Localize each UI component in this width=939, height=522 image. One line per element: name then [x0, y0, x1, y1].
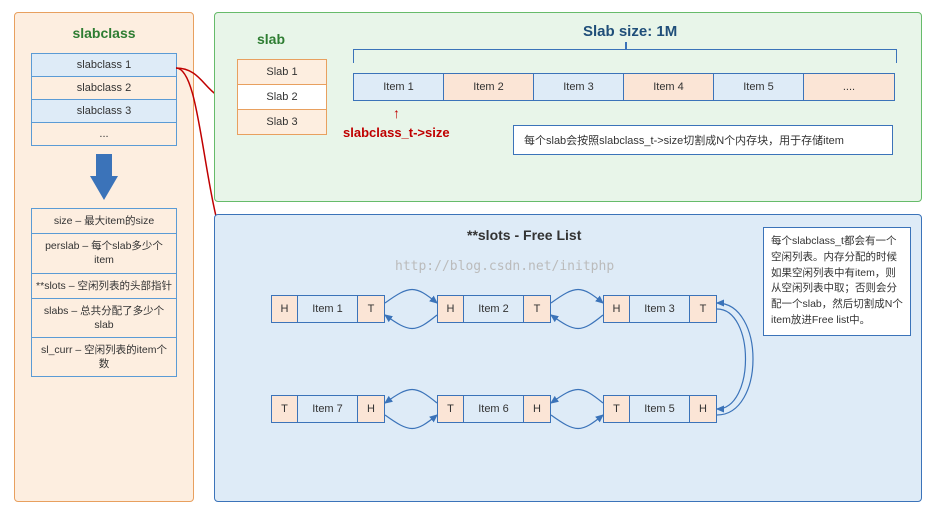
list-item: perslab – 每个slab多少个item [32, 234, 176, 273]
freelist-panel: **slots - Free List http://blog.csdn.net… [214, 214, 922, 502]
freelist-title: **slots - Free List [467, 227, 581, 243]
freelist-node: T Item 7 H [271, 395, 385, 423]
node-tail: T [690, 296, 716, 322]
list-item: **slots – 空闲列表的头部指针 [32, 274, 176, 299]
item-cell: Item 1 [354, 74, 444, 100]
node-head: H [690, 396, 716, 422]
list-item: sl_curr – 空闲列表的item个数 [32, 338, 176, 376]
node-label: Item 1 [298, 296, 358, 322]
node-tail: T [438, 396, 464, 422]
freelist-node: H Item 1 T [271, 295, 385, 323]
slabclass-panel: slabclass slabclass 1 slabclass 2 slabcl… [14, 12, 194, 502]
slabclass-list: slabclass 1 slabclass 2 slabclass 3 ... [31, 53, 177, 146]
node-head: H [358, 396, 384, 422]
node-label: Item 7 [298, 396, 358, 422]
list-item: Slab 1 [238, 60, 326, 85]
freelist-node: H Item 2 T [437, 295, 551, 323]
list-item: slabclass 1 [32, 54, 176, 77]
list-item: Slab 2 [238, 85, 326, 110]
slabclass-title: slabclass [15, 13, 193, 49]
slab-panel: slab Slab 1 Slab 2 Slab 3 Slab size: 1M … [214, 12, 922, 202]
node-tail: T [272, 396, 298, 422]
node-label: Item 5 [630, 396, 690, 422]
list-item: slabclass 3 [32, 100, 176, 123]
node-label: Item 3 [630, 296, 690, 322]
size-pointer-label: slabclass_t->size [343, 125, 450, 140]
node-head: H [604, 296, 630, 322]
list-item: slabs – 总共分配了多少个slab [32, 299, 176, 338]
node-head: H [272, 296, 298, 322]
bracket-icon [353, 49, 897, 63]
freelist-node: T Item 6 H [437, 395, 551, 423]
arrow-down-icon [90, 176, 118, 200]
item-cell: .... [804, 74, 894, 100]
item-cell: Item 4 [624, 74, 714, 100]
node-tail: T [604, 396, 630, 422]
slab-title: slab [257, 31, 285, 47]
node-head: H [524, 396, 550, 422]
freelist-node: H Item 3 T [603, 295, 717, 323]
arrow-up-icon: ↑ [393, 105, 400, 121]
node-head: H [438, 296, 464, 322]
list-item: size – 最大item的size [32, 209, 176, 234]
freelist-node: T Item 5 H [603, 395, 717, 423]
node-tail: T [358, 296, 384, 322]
slab-note: 每个slab会按照slabclass_t->size切割成N个内存块，用于存储i… [513, 125, 893, 155]
list-item: Slab 3 [238, 110, 326, 134]
field-list: size – 最大item的size perslab – 每个slab多少个it… [31, 208, 177, 377]
node-label: Item 2 [464, 296, 524, 322]
node-tail: T [524, 296, 550, 322]
list-item: ... [32, 123, 176, 145]
watermark-text: http://blog.csdn.net/initphp [395, 259, 614, 274]
list-item: slabclass 2 [32, 77, 176, 100]
freelist-desc: 每个slabclass_t都会有一个空闲列表。内存分配的时候如果空闲列表中有it… [763, 227, 911, 336]
slab-size-title: Slab size: 1M [583, 23, 677, 40]
item-cell: Item 2 [444, 74, 534, 100]
item-cell: Item 3 [534, 74, 624, 100]
item-cell: Item 5 [714, 74, 804, 100]
item-row: Item 1 Item 2 Item 3 Item 4 Item 5 .... [353, 73, 895, 101]
node-label: Item 6 [464, 396, 524, 422]
arrow-down-icon [96, 154, 112, 176]
slab-list: Slab 1 Slab 2 Slab 3 [237, 59, 327, 135]
